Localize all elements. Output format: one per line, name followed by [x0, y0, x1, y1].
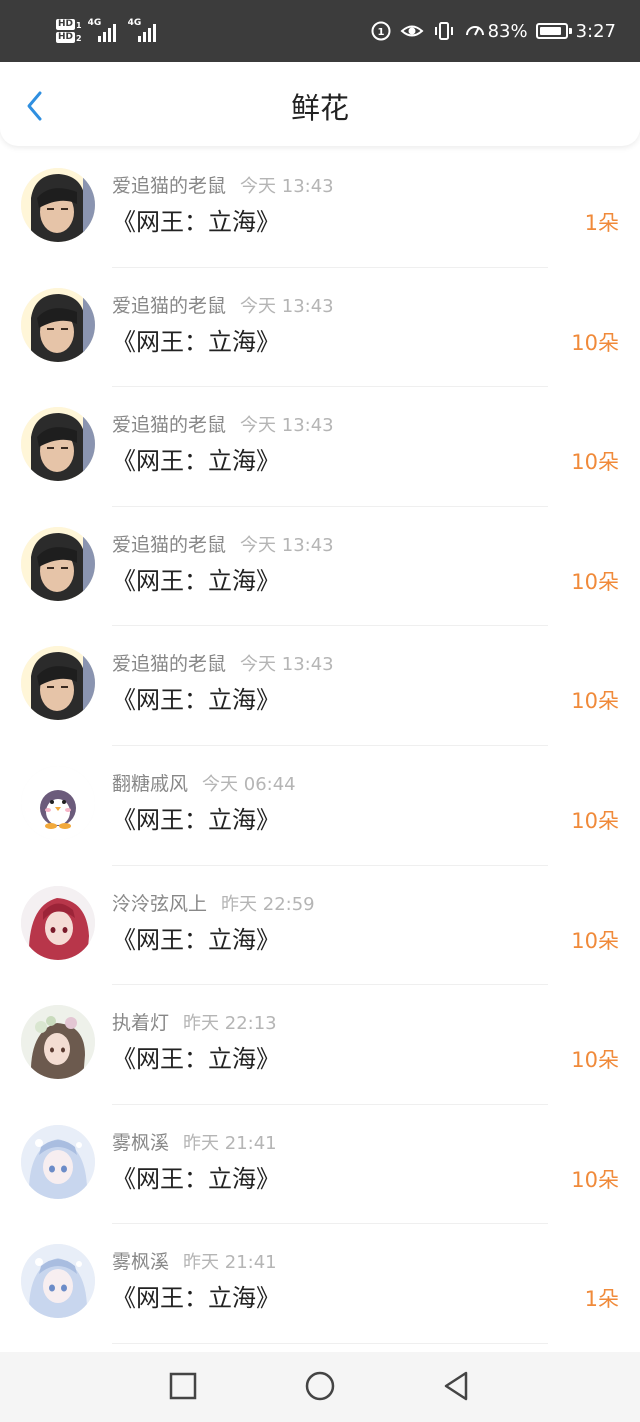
list-item[interactable]: 爱追猫的老鼠 今天 13:43 《网王：立海》 1朵 — [0, 148, 640, 268]
timestamp: 昨天 21:41 — [183, 1132, 277, 1154]
status-bar: HD 1 HD 2 4G 4G 1 83% 3:27 — [0, 0, 640, 62]
user-name-text: 雾枫溪 — [112, 1251, 170, 1274]
avatar[interactable] — [21, 168, 95, 242]
back-nav-button[interactable] — [438, 1368, 474, 1404]
book-title: 《网王：立海》 — [112, 686, 280, 715]
flower-amount: 10朵 — [571, 808, 619, 833]
list-item[interactable]: 爱追猫的老鼠 今天 13:43 《网王：立海》 10朵 — [0, 626, 640, 746]
flower-list: 爱追猫的老鼠 今天 13:43 《网王：立海》 1朵 爱追猫的老鼠 今天 13:43 《网王… — [0, 148, 640, 1344]
flower-amount: 1朵 — [584, 1287, 619, 1312]
user-name[interactable]: 爱追猫的老鼠 今天 13:43 — [112, 651, 334, 678]
list-item[interactable]: 执着灯 昨天 22:13 《网王：立海》 10朵 — [0, 985, 640, 1105]
timestamp: 今天 13:43 — [240, 415, 334, 437]
list-item[interactable]: 爱追猫的老鼠 今天 13:43 《网王：立海》 10朵 — [0, 507, 640, 627]
signal-icon-sim1: 4G — [88, 18, 122, 44]
avatar[interactable] — [21, 287, 95, 362]
book-title: 《网王：立海》 — [112, 566, 280, 595]
timestamp: 昨天 21:41 — [183, 1252, 277, 1274]
flower-amount: 10朵 — [571, 330, 619, 355]
avatar[interactable] — [21, 407, 95, 482]
recent-apps-button[interactable] — [165, 1368, 201, 1404]
data-saver-icon: 1 — [371, 21, 391, 41]
user-name[interactable]: 雾枫溪 昨天 21:41 — [112, 1249, 277, 1276]
list-item[interactable]: 翻糖戚风 今天 06:44 《网王：立海》 10朵 — [0, 746, 640, 866]
user-name-text: 爱追猫的老鼠 — [112, 414, 227, 437]
avatar[interactable] — [21, 646, 95, 721]
page-title: 鲜花 — [290, 91, 349, 125]
home-icon — [305, 1371, 335, 1401]
system-nav-bar — [0, 1352, 640, 1422]
user-name-text: 翻糖戚风 — [112, 772, 189, 795]
flower-amount: 10朵 — [571, 1048, 619, 1073]
user-name[interactable]: 爱追猫的老鼠 今天 13:43 — [112, 173, 334, 200]
flower-amount: 10朵 — [571, 450, 619, 475]
app-header: 鲜花 — [0, 62, 640, 146]
status-right: 1 83% 3:27 — [370, 12, 616, 50]
user-name[interactable]: 爱追猫的老鼠 今天 13:43 — [112, 412, 334, 439]
flower-amount: 10朵 — [571, 928, 619, 953]
user-name-text: 爱追猫的老鼠 — [112, 533, 227, 556]
hd-indicator-2: HD 2 — [56, 32, 82, 43]
clock: 3:27 — [575, 20, 616, 42]
eye-comfort-icon — [400, 25, 424, 37]
book-title: 《网王：立海》 — [112, 925, 280, 954]
user-name-text: 爱追猫的老鼠 — [112, 175, 227, 197]
divider — [112, 1342, 548, 1344]
avatar[interactable] — [21, 765, 95, 840]
avatar[interactable] — [21, 526, 95, 601]
timestamp: 今天 06:44 — [202, 773, 296, 795]
user-name[interactable]: 爱追猫的老鼠 今天 13:43 — [112, 293, 334, 320]
status-left: HD 1 HD 2 4G 4G — [56, 12, 162, 50]
flower-amount: 10朵 — [571, 689, 619, 714]
user-name[interactable]: 泠泠弦风上 昨天 22:59 — [112, 891, 315, 918]
signal-icon-sim2: 4G — [128, 18, 162, 44]
timestamp: 今天 13:43 — [240, 654, 334, 676]
user-name-text: 爱追猫的老鼠 — [112, 294, 227, 317]
book-title: 《网王：立海》 — [112, 1164, 280, 1193]
user-name-text: 泠泠弦风上 — [112, 892, 208, 915]
user-name[interactable]: 爱追猫的老鼠 今天 13:43 — [112, 532, 334, 559]
timestamp: 今天 13:43 — [240, 295, 334, 317]
book-title: 《网王：立海》 — [112, 327, 280, 356]
list-item[interactable]: 雾枫溪 昨天 21:41 《网王：立海》 1朵 — [0, 1224, 640, 1344]
timestamp: 今天 13:43 — [240, 176, 334, 197]
timestamp: 昨天 22:59 — [221, 893, 315, 915]
avatar[interactable] — [21, 1005, 95, 1080]
user-name[interactable]: 雾枫溪 昨天 21:41 — [112, 1130, 277, 1157]
list-item[interactable]: 雾枫溪 昨天 21:41 《网王：立海》 10朵 — [0, 1105, 640, 1225]
avatar[interactable] — [21, 1244, 95, 1319]
back-triangle-icon — [444, 1371, 468, 1401]
svg-text:1: 1 — [377, 27, 384, 38]
user-name[interactable]: 翻糖戚风 今天 06:44 — [112, 771, 296, 798]
hd-indicators: HD 1 HD 2 — [56, 19, 82, 43]
book-title: 《网王：立海》 — [112, 805, 280, 834]
flower-amount: 10朵 — [571, 569, 619, 594]
timestamp: 昨天 22:13 — [183, 1013, 277, 1035]
battery-icon — [535, 23, 572, 39]
book-title: 《网王：立海》 — [112, 1045, 280, 1074]
user-name[interactable]: 执着灯 昨天 22:13 — [112, 1010, 277, 1037]
flower-amount: 10朵 — [571, 1167, 619, 1192]
flower-amount: 1朵 — [584, 211, 619, 235]
recent-apps-icon — [169, 1372, 197, 1400]
avatar[interactable] — [21, 885, 95, 960]
user-name-text: 雾枫溪 — [112, 1131, 170, 1154]
book-title: 《网王：立海》 — [112, 447, 280, 476]
home-button[interactable] — [302, 1368, 338, 1404]
timestamp: 今天 13:43 — [240, 534, 334, 556]
list-item[interactable]: 泠泠弦风上 昨天 22:59 《网王：立海》 10朵 — [0, 866, 640, 986]
avatar[interactable] — [21, 1124, 95, 1199]
hd-indicator-1: HD 1 — [56, 19, 82, 30]
list-item[interactable]: 爱追猫的老鼠 今天 13:43 《网王：立海》 10朵 — [0, 387, 640, 507]
speed-icon — [465, 26, 484, 36]
user-name-text: 执着灯 — [112, 1012, 170, 1035]
user-name-text: 爱追猫的老鼠 — [112, 653, 227, 676]
list-item[interactable]: 爱追猫的老鼠 今天 13:43 《网王：立海》 10朵 — [0, 268, 640, 388]
battery-percent: 83% — [487, 20, 528, 42]
vibrate-icon — [434, 22, 453, 40]
book-title: 《网王：立海》 — [112, 1284, 280, 1313]
book-title: 《网王：立海》 — [112, 208, 280, 236]
